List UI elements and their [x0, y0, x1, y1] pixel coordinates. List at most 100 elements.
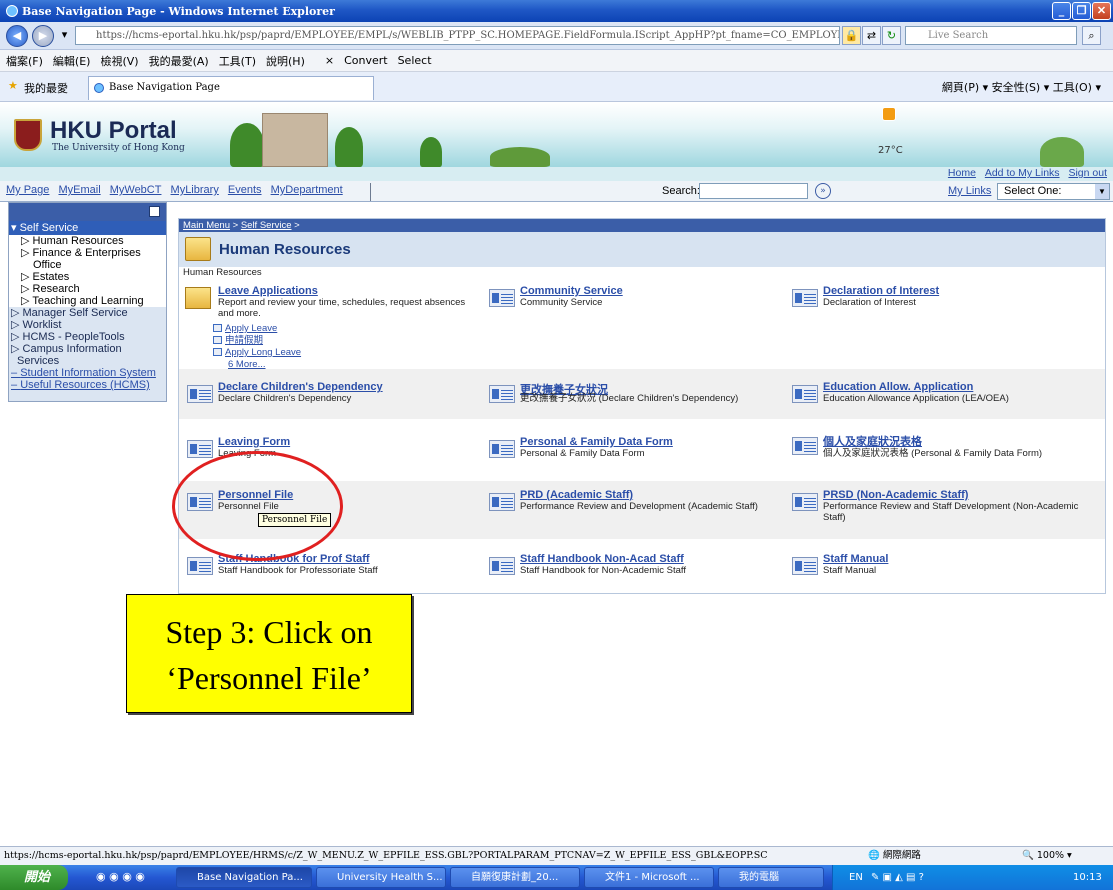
menu-human-resources[interactable]: ▷ Human Resources — [9, 235, 166, 247]
menu-self-service[interactable]: ▾ Self Service — [9, 221, 166, 235]
education-allowance-link[interactable]: Education Allow. Application — [823, 381, 973, 393]
hku-shield-icon — [14, 119, 42, 151]
prsd-non-academic-link[interactable]: PRSD (Non-Academic Staff) — [823, 489, 968, 501]
task-my-computer[interactable]: 我的電腦 — [718, 867, 824, 888]
apply-long-leave-link[interactable]: Apply Long Leave — [213, 347, 473, 359]
page-icon — [489, 493, 515, 511]
history-dropdown-icon[interactable]: ▾ — [55, 26, 74, 45]
portal-search-input[interactable] — [699, 183, 808, 199]
community-service-link[interactable]: Community Service — [520, 285, 623, 297]
lock-icon[interactable]: 🔒 — [842, 26, 861, 45]
task-university-health[interactable]: University Health S... — [316, 867, 446, 888]
menu-campus-info[interactable]: ▷ Campus Information — [9, 343, 166, 355]
zoom-level[interactable]: 🔍 100% ▾ — [1022, 847, 1072, 865]
menu-services[interactable]: Services — [9, 355, 166, 367]
home-link[interactable]: Home — [948, 167, 976, 179]
declaration-of-interest-link[interactable]: Declaration of Interest — [823, 285, 939, 297]
search-icon[interactable]: ⌕ — [1082, 26, 1101, 45]
refresh-icon[interactable]: ↻ — [882, 26, 901, 45]
leave-applications-link[interactable]: Leave Applications — [218, 285, 318, 297]
tab-my-library[interactable]: MyLibrary — [171, 184, 219, 196]
language-indicator[interactable]: EN — [849, 865, 863, 890]
useful-resources-link[interactable]: – Useful Resources (HCMS) — [9, 379, 166, 391]
folder-icon — [185, 287, 211, 309]
menu-finance[interactable]: ▷ Finance & Enterprises — [9, 247, 166, 259]
menu-edit[interactable]: 編輯(E) — [53, 53, 91, 69]
minimize-button[interactable]: _ — [1052, 2, 1071, 20]
forward-button[interactable]: ▶ — [32, 25, 54, 47]
menu-peopletools[interactable]: ▷ HCMS - PeopleTools — [9, 331, 166, 343]
tab-my-page[interactable]: My Page — [6, 184, 49, 196]
more-link[interactable]: 6 More... — [213, 359, 473, 371]
menu-bar: 檔案(F) 編輯(E) 檢視(V) 我的最愛(A) 工具(T) 說明(H) × … — [0, 50, 1113, 72]
menu-manager-self-service[interactable]: ▷ Manager Self Service — [9, 307, 166, 319]
task-base-navigation[interactable]: Base Navigation Pa... — [176, 867, 312, 888]
weather-temperature: 27°C — [878, 145, 903, 156]
close-button[interactable]: ✕ — [1092, 2, 1111, 20]
back-button[interactable]: ◀ — [6, 25, 28, 47]
prd-academic-link[interactable]: PRD (Academic Staff) — [520, 489, 633, 501]
personal-family-chinese-link[interactable]: 個人及家庭狀況表格 — [823, 433, 922, 449]
page-icon — [213, 336, 222, 345]
staff-manual-link[interactable]: Staff Manual — [823, 553, 888, 565]
favorites-label[interactable]: 我的最愛 — [24, 80, 68, 96]
portal-subtitle: The University of Hong Kong — [52, 143, 185, 153]
sign-out-link[interactable]: Sign out — [1068, 167, 1107, 179]
crumb-main-menu[interactable]: Main Menu — [183, 220, 230, 231]
tab-base-navigation[interactable]: Base Navigation Page — [88, 76, 374, 100]
minimize-menu-icon[interactable] — [149, 206, 160, 217]
page-icon — [489, 289, 515, 307]
compat-view-icon[interactable]: ⇄ — [862, 26, 881, 45]
menu-teaching[interactable]: ▷ Teaching and Learning — [9, 295, 166, 307]
tab-my-email[interactable]: MyEmail — [58, 184, 100, 196]
status-url: https://hcms-eportal.hku.hk/psp/paprd/EM… — [4, 850, 768, 861]
menu-favorites[interactable]: 我的最愛(A) — [149, 53, 209, 69]
start-button[interactable]: 開始 — [0, 865, 68, 890]
quick-launch-icons[interactable]: ◉ ◉ ◉ ◉ — [96, 870, 145, 883]
menu-file[interactable]: 檔案(F) — [6, 53, 43, 69]
select-button[interactable]: Select — [398, 54, 432, 67]
tray-icons[interactable]: ✎ ▣ ◭ ▤ ? — [871, 865, 924, 890]
address-toolbar: ◀ ▶ ▾ https://hcms-eportal.hku.hk/psp/pa… — [0, 22, 1113, 50]
page-icon — [187, 440, 213, 458]
menu-tools[interactable]: 工具(T) — [219, 53, 256, 69]
convert-button[interactable]: Convert — [344, 54, 388, 67]
tab-events[interactable]: Events — [228, 184, 262, 196]
menu-estates[interactable]: ▷ Estates — [9, 271, 166, 283]
live-search-input[interactable]: Live Search — [905, 26, 1077, 45]
student-info-link[interactable]: – Student Information System — [9, 367, 166, 379]
search-go-icon[interactable]: » — [815, 183, 831, 199]
my-links-link[interactable]: My Links — [948, 185, 991, 197]
menu-help[interactable]: 說明(H) — [266, 53, 305, 69]
my-links-select[interactable]: Select One: ▼ — [997, 183, 1110, 200]
tab-my-department[interactable]: MyDepartment — [271, 184, 343, 196]
tab-my-webct[interactable]: MyWebCT — [110, 184, 162, 196]
highlight-circle — [172, 451, 343, 561]
menu-worklist[interactable]: ▷ Worklist — [9, 319, 166, 331]
task-volunteer-plan[interactable]: 自願復康計劃_20... — [450, 867, 580, 888]
crumb-self-service[interactable]: Self Service — [241, 220, 292, 231]
nav-divider — [370, 183, 371, 201]
taskbar: 開始 ◉ ◉ ◉ ◉ Base Navigation Pa... Univers… — [0, 865, 1113, 890]
declare-children-link[interactable]: Declare Children's Dependency — [218, 381, 383, 393]
task-word-document[interactable]: 文件1 - Microsoft ... — [584, 867, 714, 888]
command-bar[interactable]: 網頁(P) ▾ 安全性(S) ▾ 工具(O) ▾ — [942, 79, 1101, 95]
leaving-form-link[interactable]: Leaving Form — [218, 436, 290, 448]
maximize-button[interactable]: ❐ — [1072, 2, 1091, 20]
menu-view[interactable]: 檢視(V) — [100, 53, 138, 69]
personal-family-link[interactable]: Personal & Family Data Form — [520, 436, 673, 448]
instruction-callout: Step 3: Click on ‘Personnel File’ — [126, 594, 412, 713]
search-label: Search: — [662, 185, 700, 197]
tree-graphic — [490, 147, 550, 167]
address-input[interactable]: https://hcms-eportal.hku.hk/psp/paprd/EM… — [75, 26, 840, 45]
menu-research[interactable]: ▷ Research — [9, 283, 166, 295]
add-to-my-links-link[interactable]: Add to My Links — [985, 167, 1060, 179]
apply-leave-link[interactable]: Apply Leave — [213, 323, 473, 335]
tree-graphic — [230, 123, 264, 167]
handbook-non-acad-link[interactable]: Staff Handbook Non-Acad Staff — [520, 553, 684, 565]
page-icon — [213, 324, 222, 333]
portal-top-links: Home Add to My Links Sign out — [0, 167, 1113, 181]
apply-leave-chinese-link[interactable]: 申請假期 — [213, 335, 473, 347]
close-toolbar-icon[interactable]: × — [325, 54, 334, 67]
menu-finance-office[interactable]: Office — [9, 259, 166, 271]
